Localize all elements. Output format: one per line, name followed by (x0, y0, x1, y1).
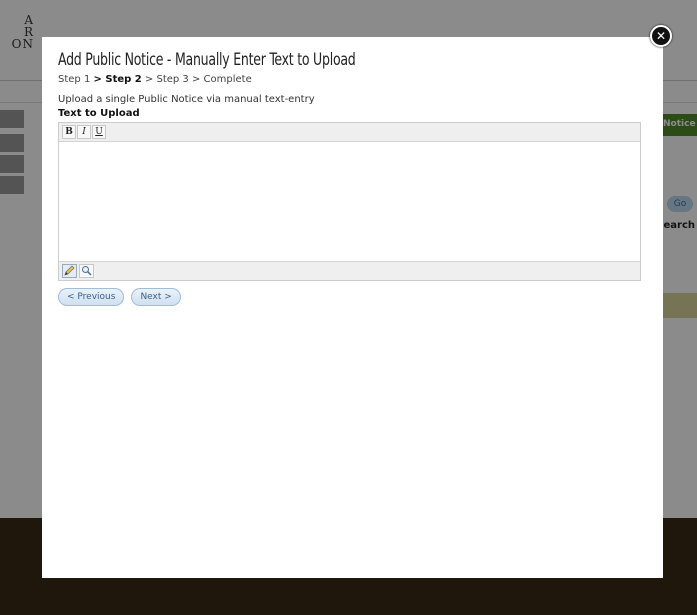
rich-text-editor: B I U (58, 122, 641, 281)
underline-button[interactable]: U (92, 125, 106, 139)
add-notice-dialog: Add Public Notice - Manually Enter Text … (42, 37, 663, 578)
italic-button[interactable]: I (77, 125, 91, 139)
text-to-upload-label: Text to Upload (58, 108, 140, 119)
wizard-navigation: < Previous Next > (58, 288, 647, 306)
notice-text-input[interactable] (59, 142, 640, 261)
design-mode-button[interactable] (62, 264, 77, 278)
step-breadcrumb: Step 1 > Step 2 > Step 3 > Complete (58, 74, 647, 85)
previous-button[interactable]: < Previous (58, 288, 125, 306)
magnifier-icon (82, 266, 92, 276)
editor-toolbar: B I U (59, 123, 640, 142)
close-icon: ✕ (655, 29, 667, 43)
dialog-title: Add Public Notice - Manually Enter Text … (58, 50, 356, 70)
pencil-icon (64, 265, 75, 276)
next-button[interactable]: Next > (131, 288, 181, 306)
step-1: Step 1 (58, 74, 91, 85)
editor-mode-bar (59, 261, 640, 280)
intro-text: Upload a single Public Notice via manual… (58, 94, 315, 105)
close-button[interactable]: ✕ (650, 25, 672, 47)
bold-button[interactable]: B (62, 125, 76, 139)
step-complete: > Complete (191, 74, 252, 85)
preview-mode-button[interactable] (79, 264, 94, 278)
step-3: > Step 3 (144, 74, 189, 85)
step-2-current: > Step 2 (93, 74, 142, 85)
